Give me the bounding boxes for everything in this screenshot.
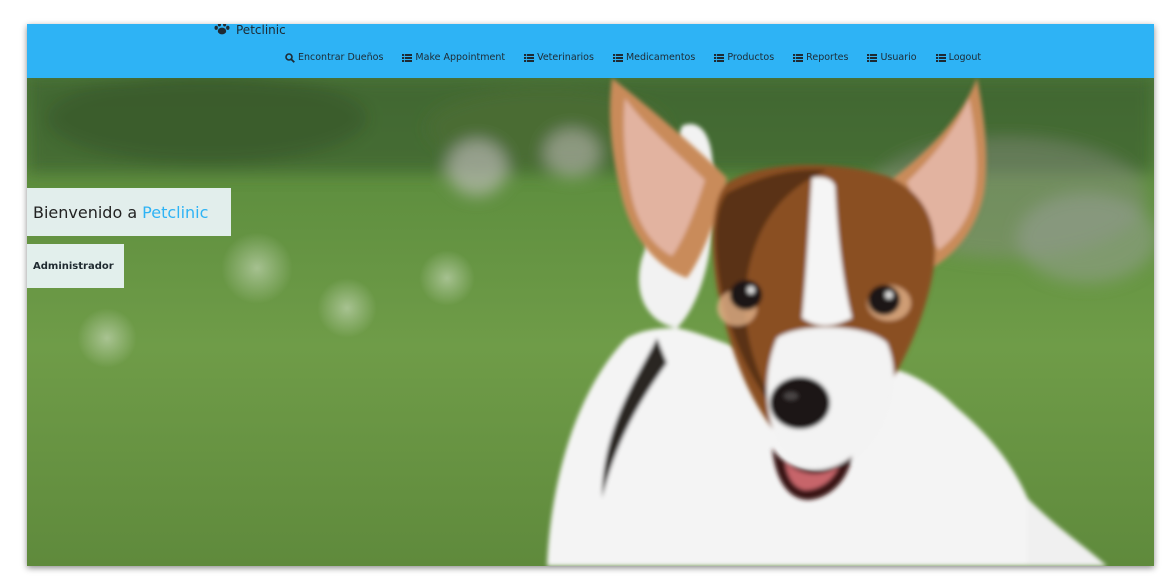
nav-item-productos[interactable]: Productos bbox=[714, 52, 774, 63]
list-icon bbox=[612, 53, 623, 63]
nav-item-label: Encontrar Dueños bbox=[298, 52, 384, 63]
user-role-badge: Administrador bbox=[27, 244, 124, 288]
nav-item-label: Medicamentos bbox=[625, 52, 696, 63]
nav-item-make-appointment[interactable]: Make Appointment bbox=[402, 52, 505, 63]
list-icon bbox=[867, 53, 878, 63]
welcome-banner: Bienvenido a Petclinic bbox=[27, 188, 231, 236]
list-icon bbox=[714, 53, 725, 63]
nav-item-reportes[interactable]: Reportes bbox=[793, 52, 848, 63]
brand-name: Petclinic bbox=[236, 24, 286, 37]
list-icon bbox=[793, 53, 804, 63]
nav-item-encontrar-dueños[interactable]: Encontrar Dueños bbox=[285, 52, 383, 63]
nav-menu: Encontrar Dueños Make Appointment Veterina… bbox=[285, 52, 981, 63]
search-icon bbox=[285, 52, 295, 63]
paw-icon bbox=[214, 24, 230, 38]
nav-item-usuario[interactable]: Usuario bbox=[867, 52, 917, 63]
app-window: Petclinic Encontrar Dueños Make Appointme… bbox=[27, 24, 1154, 566]
welcome-text: Bienvenido a bbox=[33, 202, 138, 222]
nav-item-label: Make Appointment bbox=[415, 52, 506, 63]
brand[interactable]: Petclinic bbox=[214, 24, 286, 37]
hero-dog-photo bbox=[27, 78, 1154, 566]
nav-item-veterinarios[interactable]: Veterinarios bbox=[524, 52, 594, 63]
hero-banner: Bienvenido a Petclinic Administrador bbox=[27, 78, 1154, 566]
nav-item-label: Productos bbox=[727, 52, 775, 63]
navbar: Petclinic Encontrar Dueños Make Appointme… bbox=[27, 24, 1154, 78]
list-icon bbox=[402, 53, 413, 63]
nav-item-label: Reportes bbox=[806, 52, 849, 63]
nav-item-label: Logout bbox=[948, 52, 982, 63]
list-icon bbox=[935, 53, 946, 63]
nav-item-medicamentos[interactable]: Medicamentos bbox=[612, 52, 696, 63]
list-icon bbox=[524, 53, 535, 63]
welcome-brand: Petclinic bbox=[142, 202, 209, 222]
nav-item-label: Usuario bbox=[880, 52, 917, 63]
nav-item-label: Veterinarios bbox=[537, 52, 594, 63]
nav-item-logout[interactable]: Logout bbox=[935, 52, 982, 63]
